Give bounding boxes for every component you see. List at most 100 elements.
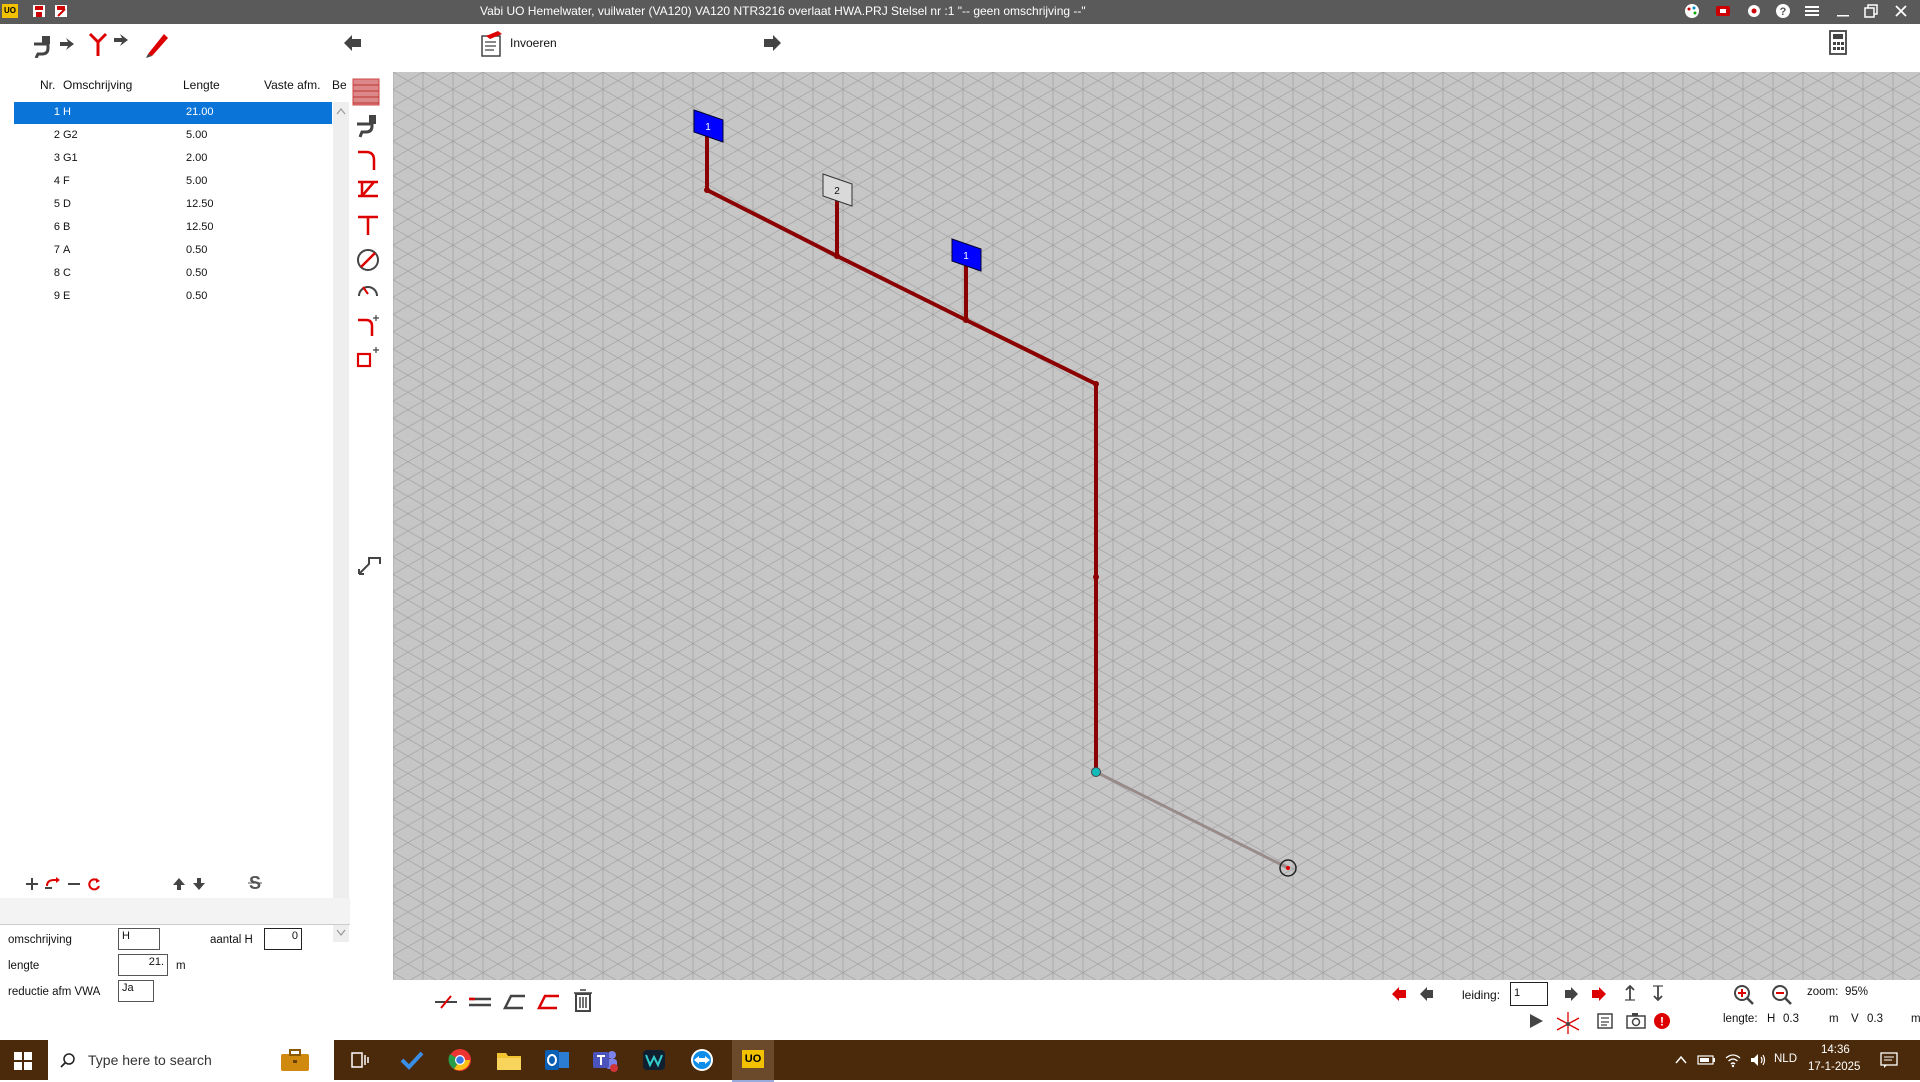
restore-icon[interactable]	[1862, 2, 1880, 20]
add-box-icon[interactable]	[356, 344, 382, 373]
table-row[interactable]: 7 A 0.50	[14, 240, 332, 262]
next-leiding-icon[interactable]	[1563, 986, 1579, 1005]
omschrijving-field[interactable]: H	[118, 928, 160, 950]
table-row[interactable]: 1 H 21.00	[14, 102, 332, 124]
camera-icon[interactable]	[1626, 1012, 1646, 1033]
col-header-nr[interactable]: Nr.	[40, 78, 55, 92]
calculator-icon[interactable]	[1828, 30, 1848, 59]
diameter-icon[interactable]	[356, 248, 380, 275]
drawing-canvas[interactable]: 1 2 1	[393, 72, 1920, 980]
palette-icon[interactable]	[1683, 2, 1701, 20]
prev-leiding-icon[interactable]	[1419, 986, 1435, 1005]
leiding-field[interactable]: 1	[1510, 982, 1548, 1006]
clock-time[interactable]: 14:36	[1821, 1044, 1850, 1056]
close-icon[interactable]	[1892, 2, 1910, 20]
bend-icon[interactable]	[356, 148, 380, 175]
table-row[interactable]: 6 B 12.50	[14, 217, 332, 239]
h-label: H	[1767, 1013, 1776, 1025]
connector-icon[interactable]	[356, 552, 382, 581]
help-icon[interactable]: ?	[1774, 2, 1792, 20]
wifi-icon[interactable]	[1724, 1052, 1742, 1071]
outlook-icon[interactable]	[544, 1048, 570, 1075]
menu-icon[interactable]	[1803, 2, 1821, 20]
teams-icon[interactable]	[592, 1048, 618, 1075]
language-indicator[interactable]: NLD	[1774, 1053, 1797, 1065]
tray-chevron-icon[interactable]	[1674, 1054, 1688, 1069]
tee-icon[interactable]	[356, 214, 380, 239]
first-leiding-icon[interactable]	[1388, 986, 1408, 1005]
minimize-icon[interactable]	[1834, 2, 1852, 20]
marker-2-label: 2	[834, 186, 840, 197]
move-down-icon[interactable]	[192, 876, 206, 895]
sort-s-icon[interactable]: S	[246, 873, 264, 895]
add-row-icon[interactable]	[24, 876, 40, 895]
col-header-lengte[interactable]: Lengte	[183, 78, 220, 92]
row-omschrijving: E	[63, 290, 71, 302]
svg-text:?: ?	[1780, 6, 1787, 18]
col-header-be[interactable]: Be	[332, 78, 346, 92]
table-row[interactable]: 3 G1 2.00	[14, 148, 332, 170]
refresh-icon[interactable]	[86, 876, 102, 895]
reductie-field[interactable]: Ja	[118, 980, 154, 1002]
trash-icon[interactable]	[573, 988, 593, 1015]
row-nr: 2	[53, 129, 60, 141]
add-bend-icon[interactable]	[356, 312, 382, 341]
back-arrow-icon[interactable]	[343, 34, 363, 55]
gauge-icon[interactable]	[356, 280, 380, 303]
taskbar-search-box[interactable]: Type here to search	[48, 1040, 334, 1080]
valve-icon[interactable]	[356, 178, 380, 203]
hatch-pattern-icon[interactable]	[352, 78, 380, 109]
offset-pipe-red-icon[interactable]	[535, 992, 561, 1015]
last-leiding-icon[interactable]	[1590, 986, 1610, 1005]
offset-pipe-icon[interactable]	[501, 992, 527, 1015]
axes-icon[interactable]	[1555, 1010, 1581, 1039]
windows-start-icon[interactable]	[14, 1052, 32, 1073]
chrome-icon[interactable]	[448, 1048, 472, 1075]
invoeren-icon[interactable]	[480, 30, 504, 61]
app-w-icon[interactable]	[642, 1049, 666, 1074]
table-row[interactable]: 8 C 0.50	[14, 263, 332, 285]
info-alert-icon[interactable]: !	[1653, 1012, 1671, 1033]
leiding-up-icon[interactable]	[1623, 984, 1637, 1005]
volume-icon[interactable]	[1749, 1052, 1767, 1071]
play-icon[interactable]	[1527, 1012, 1545, 1033]
todo-app-icon[interactable]	[400, 1050, 424, 1073]
battery-icon[interactable]	[1697, 1054, 1717, 1069]
table-row[interactable]: 9 E 0.50	[14, 286, 332, 308]
toilet-icon[interactable]	[354, 112, 380, 141]
save-icon[interactable]	[30, 2, 48, 20]
aantal-h-field[interactable]: 0	[264, 928, 302, 950]
remove-row-icon[interactable]	[66, 876, 82, 895]
leiding-down-icon[interactable]	[1651, 984, 1665, 1005]
move-up-icon[interactable]	[172, 876, 186, 895]
zoom-in-icon[interactable]	[1733, 984, 1755, 1009]
start-node[interactable]	[1091, 767, 1101, 777]
double-pipe-icon[interactable]	[467, 992, 493, 1015]
zoom-out-icon[interactable]	[1771, 984, 1793, 1009]
table-row[interactable]: 5 D 12.50	[14, 194, 332, 216]
lengte-field[interactable]: 21.	[118, 954, 168, 976]
split-pipe-icon[interactable]	[433, 992, 459, 1015]
isometric-drawing[interactable]: 1 2 1	[393, 72, 1920, 980]
invoeren-label[interactable]: Invoeren	[510, 36, 557, 50]
teamviewer-icon[interactable]	[690, 1048, 714, 1075]
branch-arrow-icon[interactable]	[86, 30, 132, 61]
notification-icon[interactable]	[1880, 1052, 1898, 1071]
insert-row-icon[interactable]	[44, 876, 62, 895]
task-view-icon[interactable]	[350, 1051, 370, 1072]
module-icon[interactable]	[1714, 2, 1732, 20]
file-explorer-icon[interactable]	[496, 1049, 522, 1074]
layer-icon[interactable]	[1596, 1012, 1616, 1033]
pencil-icon[interactable]	[144, 30, 170, 61]
table-row[interactable]: 4 F 5.00	[14, 171, 332, 193]
save-as-icon[interactable]	[52, 2, 70, 20]
table-row[interactable]: 2 G2 5.00	[14, 125, 332, 147]
taskbar-uo-app[interactable]: UO	[732, 1040, 774, 1082]
col-header-omschrijving[interactable]: Omschrijving	[63, 78, 132, 92]
forward-arrow-icon[interactable]	[762, 34, 782, 55]
col-header-vaste-afm[interactable]: Vaste afm.	[264, 78, 320, 92]
toilet-arrow-icon[interactable]	[30, 32, 76, 61]
settings-gear-icon[interactable]	[1745, 2, 1763, 20]
clock-date[interactable]: 17-1-2025	[1808, 1061, 1860, 1073]
table-scrollbar[interactable]	[333, 102, 349, 942]
